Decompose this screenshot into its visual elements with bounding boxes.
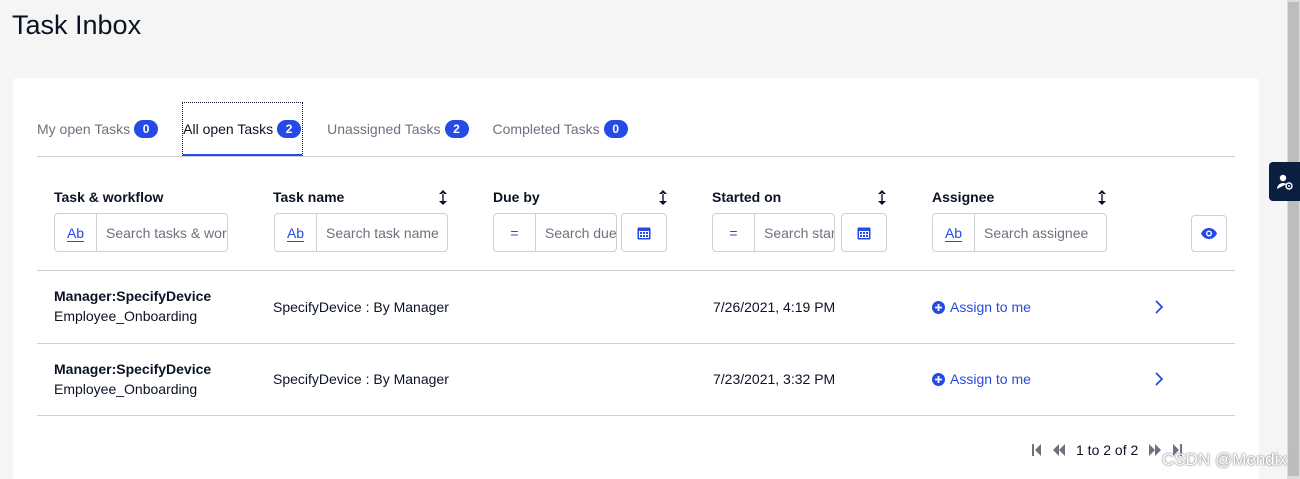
task-workflow-filter: Ab <box>54 213 228 252</box>
assign-to-me-label: Assign to me <box>950 371 1031 387</box>
tab-count-badge: 0 <box>134 120 159 138</box>
assign-to-me-link[interactable]: Assign to me <box>932 299 1031 315</box>
workflow-name: Employee_Onboarding <box>54 308 198 324</box>
column-header-task-workflow[interactable]: Task & workflow <box>54 189 163 205</box>
filter-operator-button[interactable]: = <box>494 214 536 251</box>
sort-icon[interactable] <box>878 190 886 205</box>
table-row[interactable]: Manager:SpecifyDevice Employee_Onboardin… <box>37 271 1235 343</box>
tab-all-open-tasks[interactable]: All open Tasks 2 <box>182 102 304 156</box>
tab-completed-tasks[interactable]: Completed Tasks 0 <box>493 102 652 156</box>
filter-type-button[interactable]: Ab <box>275 214 317 251</box>
table-row[interactable]: Manager:SpecifyDevice Employee_Onboardin… <box>37 344 1235 416</box>
due-by-calendar-button[interactable] <box>621 213 667 252</box>
previous-page-button[interactable] <box>1048 440 1070 460</box>
started-on-value: 7/26/2021, 4:19 PM <box>713 299 836 315</box>
filter-type-label: Ab <box>286 224 305 241</box>
started-on-search-input[interactable] <box>755 214 834 251</box>
task-name: SpecifyDevice : By Manager <box>273 299 449 315</box>
task-title: Manager:SpecifyDevice <box>54 288 212 304</box>
user-settings-tab[interactable] <box>1269 162 1300 201</box>
sort-icon[interactable] <box>1098 190 1106 205</box>
tab-label: All open Tasks <box>183 120 274 137</box>
watermark: CSDN @Mendix <box>1162 450 1287 469</box>
task-card: My open Tasks 0 All open Tasks 2 Unassig… <box>13 78 1259 479</box>
task-name-search-input[interactable] <box>317 214 447 251</box>
task-tabs: My open Tasks 0 All open Tasks 2 Unassig… <box>37 102 1235 157</box>
started-on-filter: = <box>712 213 835 252</box>
task-name: SpecifyDevice : By Manager <box>273 371 449 387</box>
task-workflow-search-input[interactable] <box>97 214 227 251</box>
assign-to-me-label: Assign to me <box>950 299 1031 315</box>
assignee-search-input[interactable] <box>975 214 1106 251</box>
started-on-calendar-button[interactable] <box>841 213 887 252</box>
plus-circle-icon <box>932 372 945 386</box>
plus-circle-icon <box>932 300 945 314</box>
scrollbar-thumb[interactable] <box>1288 2 1299 476</box>
column-header-started-on[interactable]: Started on <box>712 189 781 205</box>
next-page-icon <box>1149 444 1162 456</box>
tab-label: Unassigned Tasks <box>327 121 441 137</box>
task-name-filter: Ab <box>274 213 448 252</box>
previous-page-icon <box>1053 444 1065 456</box>
due-by-filter: = <box>493 213 617 252</box>
first-page-button[interactable] <box>1026 440 1048 460</box>
assign-to-me-link[interactable]: Assign to me <box>932 371 1031 387</box>
filter-operator-button[interactable]: = <box>713 214 755 251</box>
page-title: Task Inbox <box>12 10 142 40</box>
column-header-due-by[interactable]: Due by <box>493 189 540 205</box>
workflow-name: Employee_Onboarding <box>54 381 198 397</box>
tab-count-badge: 2 <box>444 120 469 138</box>
due-by-search-input[interactable] <box>536 214 616 251</box>
filter-type-button[interactable]: Ab <box>55 214 97 251</box>
filter-type-label: Ab <box>944 224 963 241</box>
tab-count-badge: 0 <box>603 120 628 138</box>
sort-icon[interactable] <box>439 190 447 205</box>
filter-operator-label: = <box>729 224 738 241</box>
sort-icon[interactable] <box>659 190 667 205</box>
task-title: Manager:SpecifyDevice <box>54 361 212 377</box>
tab-label: My open Tasks <box>37 121 131 137</box>
column-header-assignee[interactable]: Assignee <box>932 189 994 205</box>
tab-unassigned-tasks[interactable]: Unassigned Tasks 2 <box>327 102 492 156</box>
started-on-value: 7/23/2021, 3:32 PM <box>713 371 836 387</box>
calendar-icon <box>637 227 651 239</box>
first-page-icon <box>1032 444 1041 456</box>
chevron-right-icon[interactable] <box>1155 372 1163 386</box>
filter-type-label: Ab <box>66 224 85 241</box>
tab-label: Completed Tasks <box>492 121 600 137</box>
column-visibility-button[interactable] <box>1191 215 1227 252</box>
tab-my-open-tasks[interactable]: My open Tasks 0 <box>37 102 182 156</box>
tab-count-badge: 2 <box>277 119 302 138</box>
scrollbar[interactable] <box>1287 0 1300 479</box>
chevron-right-icon[interactable] <box>1155 300 1163 314</box>
eye-icon <box>1201 228 1217 239</box>
filter-operator-label: = <box>510 224 519 241</box>
user-settings-icon <box>1276 174 1293 190</box>
assignee-filter: Ab <box>932 213 1107 252</box>
column-header-task-name[interactable]: Task name <box>273 189 344 205</box>
calendar-icon <box>857 227 871 239</box>
row-divider <box>37 415 1235 416</box>
filter-type-button[interactable]: Ab <box>933 214 975 251</box>
pagination-text: 1 to 2 of 2 <box>1076 442 1139 458</box>
